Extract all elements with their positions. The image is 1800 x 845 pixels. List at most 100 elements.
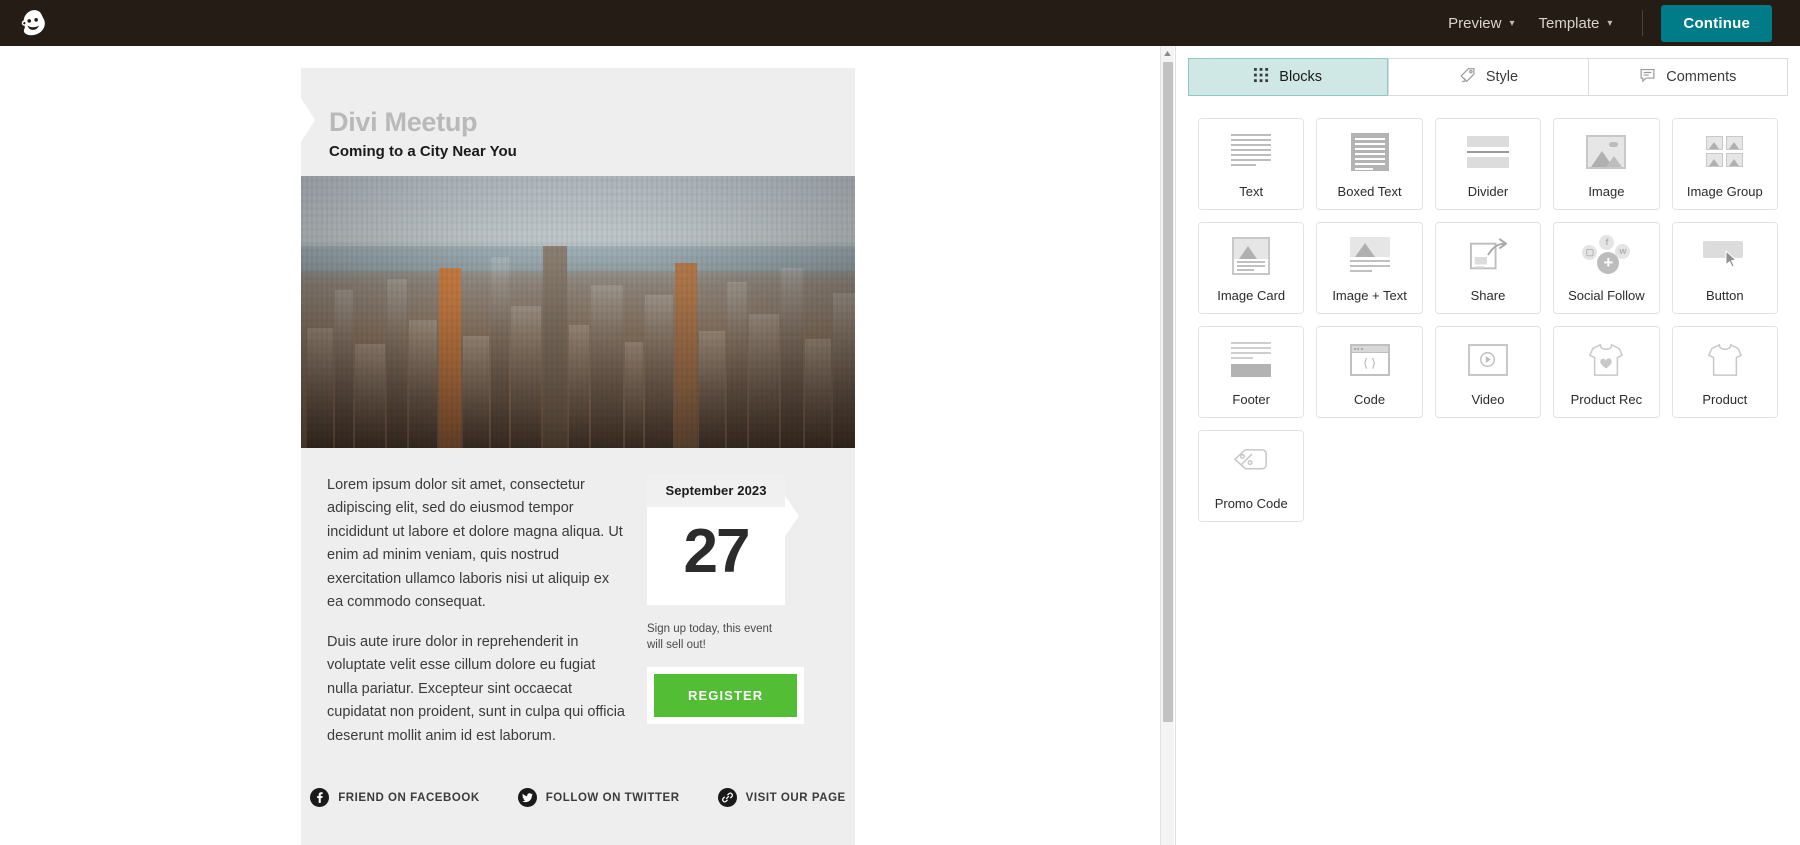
tab-blocks[interactable]: Blocks (1188, 58, 1389, 96)
continue-button[interactable]: Continue (1661, 4, 1772, 42)
block-button[interactable]: Button (1671, 222, 1778, 314)
comment-icon (1639, 67, 1656, 88)
block-label: Product (1702, 391, 1748, 407)
canvas-scrollbar[interactable] (1160, 46, 1174, 845)
block-product-rec[interactable]: Product Rec (1553, 326, 1660, 418)
tab-style[interactable]: Style (1388, 58, 1588, 96)
boxed-text-icon (1350, 130, 1389, 174)
top-bar-actions: Preview ▾ Template ▾ Continue (1436, 0, 1800, 46)
email-subtitle: Coming to a City Near You (329, 142, 517, 160)
share-arrow-icon (1467, 234, 1509, 278)
body-paragraph: Duis aute irure dolor in reprehenderit i… (327, 633, 625, 744)
block-label: Image Card (1217, 287, 1286, 303)
tab-label: Blocks (1279, 69, 1323, 85)
block-label: Image Group (1686, 183, 1763, 199)
link-icon (717, 788, 737, 808)
block-divider[interactable]: Divider (1434, 118, 1542, 210)
panel-tabs: Blocks Style Comments (1176, 46, 1800, 96)
preview-menu[interactable]: Preview ▾ (1436, 0, 1526, 46)
block-label: Promo Code (1214, 495, 1288, 511)
block-label: Button (1706, 287, 1744, 303)
block-label: Product Rec (1570, 391, 1643, 407)
divider-icon (1466, 130, 1509, 174)
block-image-text[interactable]: Image + Text (1316, 222, 1423, 314)
tshirt-heart-icon (1587, 338, 1625, 382)
social-link-facebook[interactable]: FRIEND ON FACEBOOK (310, 788, 480, 808)
hero-image[interactable] (301, 175, 855, 448)
register-button[interactable]: REGISTER (654, 674, 798, 718)
tab-label: Style (1485, 69, 1519, 85)
register-button-wrap: REGISTER (647, 667, 805, 725)
scroll-up-arrow-icon[interactable] (1161, 46, 1174, 60)
social-link-twitter[interactable]: FOLLOW ON TWITTER (517, 788, 680, 808)
scrollbar-thumb[interactable] (1163, 62, 1173, 722)
email-title: Divi Meetup (329, 107, 478, 137)
block-social-follow[interactable]: ▢ f w + Social Follow (1553, 222, 1660, 314)
email-bottom-spacer (301, 833, 855, 845)
signup-note: Sign up today, this event will sell out! (647, 622, 773, 652)
block-share[interactable]: Share (1434, 222, 1542, 314)
block-label: Divider (1467, 183, 1509, 199)
block-label: Text (1239, 183, 1264, 199)
block-label: Image (1588, 183, 1625, 199)
block-label: Image + Text (1332, 287, 1407, 303)
block-code[interactable]: ⟨ ⟩ Code (1316, 326, 1423, 418)
date-month-label: September 2023 (647, 473, 785, 507)
button-cursor-icon (1702, 234, 1747, 278)
blocks-grid: Text Boxed Text Divider Image Image Grou (1176, 96, 1800, 522)
right-panel: Blocks Style Comments Text Boxed Text Di… (1175, 46, 1800, 845)
promo-tag-icon (1231, 442, 1271, 486)
chevron-down-icon: ▾ (1607, 17, 1613, 29)
tag-icon (1459, 67, 1476, 88)
social-link-label: FRIEND ON FACEBOOK (338, 791, 480, 804)
block-label: Code (1354, 391, 1386, 407)
twitter-icon: w (1615, 243, 1631, 259)
block-label: Footer (1232, 391, 1270, 407)
block-image[interactable]: Image (1553, 118, 1660, 210)
image-card-icon (1232, 234, 1271, 278)
hero-vignette (301, 175, 855, 448)
date-card[interactable]: September 2023 27 (647, 473, 799, 605)
social-link-label: FOLLOW ON TWITTER (545, 791, 680, 804)
image-icon (1586, 130, 1627, 174)
email-header[interactable]: Divi Meetup Coming to a City Near You (301, 68, 855, 176)
email-preview[interactable]: Divi Meetup Coming to a City Near You Lo… (301, 68, 855, 845)
block-boxed-text[interactable]: Boxed Text (1316, 118, 1423, 210)
plus-icon: + (1597, 251, 1620, 274)
email-body: Lorem ipsum dolor sit amet, consectetur … (301, 448, 855, 770)
tab-comments[interactable]: Comments (1587, 58, 1788, 96)
video-play-icon (1467, 338, 1508, 382)
instagram-icon: ▢ (1582, 244, 1598, 260)
social-link-website[interactable]: VISIT OUR PAGE (717, 788, 846, 808)
social-link-label: VISIT OUR PAGE (745, 791, 846, 804)
email-canvas[interactable]: Divi Meetup Coming to a City Near You Lo… (0, 46, 1168, 845)
preview-label: Preview (1448, 14, 1502, 32)
block-video[interactable]: Video (1434, 326, 1542, 418)
template-menu[interactable]: Template ▾ (1527, 0, 1625, 46)
date-day-label: 27 (683, 516, 751, 586)
social-footer: FRIEND ON FACEBOOK FOLLOW ON TWITTER VIS… (301, 770, 855, 834)
body-text-column[interactable]: Lorem ipsum dolor sit amet, consectetur … (327, 474, 627, 748)
image-group-icon (1706, 130, 1744, 174)
block-image-group[interactable]: Image Group (1671, 118, 1778, 210)
grid-dots-icon (1254, 67, 1269, 87)
toolbar-divider (1642, 10, 1644, 36)
image-text-icon (1349, 234, 1390, 278)
block-promo-code[interactable]: Promo Code (1198, 430, 1305, 522)
event-sidebar-column: September 2023 27 Sign up today, this ev… (647, 473, 807, 748)
block-text[interactable]: Text (1198, 118, 1305, 210)
top-bar: Preview ▾ Template ▾ Continue (0, 0, 1800, 46)
facebook-icon (310, 788, 330, 808)
block-product[interactable]: Product (1671, 326, 1778, 418)
tab-label: Comments (1666, 69, 1737, 85)
text-lines-icon (1231, 130, 1272, 174)
footer-icon (1231, 338, 1272, 382)
block-label: Boxed Text (1337, 183, 1402, 199)
date-card-notch-right (785, 495, 799, 536)
twitter-icon (517, 788, 537, 808)
code-brackets-icon: ⟨ ⟩ (1349, 338, 1390, 382)
mailchimp-freddie-logo[interactable] (14, 3, 54, 43)
block-image-card[interactable]: Image Card (1198, 222, 1305, 314)
block-footer[interactable]: Footer (1198, 326, 1305, 418)
social-follow-icon: ▢ f w + (1582, 234, 1631, 278)
